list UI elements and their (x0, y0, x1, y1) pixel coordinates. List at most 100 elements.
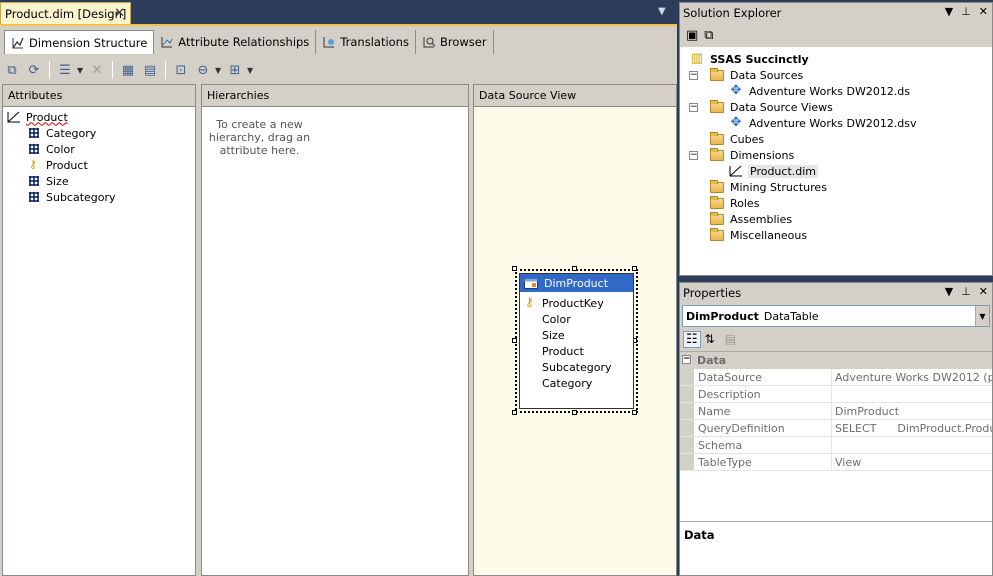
object-name: DimProduct (686, 309, 759, 323)
property-pages-icon[interactable]: ▤ (725, 332, 736, 346)
resize-handle[interactable] (512, 266, 517, 271)
property-row[interactable]: TableType View (680, 454, 992, 471)
dsv-table-title[interactable]: DimProduct (520, 274, 633, 292)
folder-miscellaneous[interactable]: Miscellaneous (710, 227, 807, 243)
document-list-dropdown-icon[interactable]: ▼ (658, 6, 666, 17)
tab-dimension-structure[interactable]: Dimension Structure (4, 30, 155, 54)
close-icon[interactable]: ✕ (114, 6, 125, 21)
resize-handle[interactable] (572, 410, 577, 415)
column-row[interactable]: ⚷ ProductKey (520, 295, 633, 311)
solution-explorer-titlebar[interactable]: Solution Explorer ▼ ⊥ ✕ (680, 3, 992, 23)
property-row[interactable]: Schema (680, 437, 992, 454)
tab-translations[interactable]: Translations (316, 30, 416, 54)
table-view-icon[interactable]: ▤ (140, 60, 160, 80)
collapse-icon[interactable]: − (689, 71, 698, 80)
toolbar-separator (49, 61, 50, 79)
column-row[interactable]: Color (520, 311, 633, 327)
resize-handle[interactable] (512, 338, 517, 343)
dsv-item[interactable]: ✥ Adventure Works DW2012.dsv (729, 115, 917, 131)
properties-titlebar[interactable]: Properties ▼ ⊥ ✕ (680, 283, 992, 303)
collapse-icon[interactable]: − (682, 355, 691, 364)
window-position-icon[interactable]: ▼ (945, 5, 953, 18)
zoom-icon[interactable]: ⊖ (193, 60, 213, 80)
property-value[interactable]: SELECT DimProduct.ProductKe (832, 420, 992, 436)
folder-assemblies[interactable]: Assemblies (710, 211, 792, 227)
close-icon[interactable]: ✕ (979, 5, 988, 18)
folder-data-source-views[interactable]: Data Source Views (710, 99, 833, 115)
folder-cubes[interactable]: Cubes (710, 131, 764, 147)
property-row[interactable]: DataSourceAdventure Works DW2012 (prima (680, 369, 992, 386)
delete-icon[interactable]: ✕ (87, 60, 107, 80)
resize-handle[interactable] (572, 266, 577, 271)
refresh-icon[interactable]: ⟳ (24, 60, 44, 80)
folder-roles[interactable]: Roles (710, 195, 759, 211)
folder-dimensions[interactable]: Dimensions (710, 147, 794, 163)
chevron-down-icon[interactable]: ▼ (975, 306, 989, 326)
document-tab[interactable]: Product.dim [Design] ✕ (0, 2, 131, 24)
data-source-view-pane[interactable]: Data Source View DimProduct ⚷ ProductKey (473, 84, 677, 576)
folder-mining-structures[interactable]: Mining Structures (710, 179, 827, 195)
collapse-icon[interactable]: − (689, 103, 698, 112)
chevron-down-icon[interactable]: ▼ (215, 66, 223, 75)
column-row[interactable]: Product (520, 343, 633, 359)
tab-attribute-relationships[interactable]: Attribute Relationships (154, 30, 317, 54)
properties-toolbar: ☷ ⇅ ▤ (680, 327, 992, 351)
zoom-fit-icon[interactable]: ⊡ (171, 60, 191, 80)
add-table-icon[interactable]: ⧉ (2, 60, 22, 80)
property-row[interactable]: Description (680, 386, 992, 403)
collapse-icon[interactable]: − (689, 151, 698, 160)
window-position-icon[interactable]: ▼ (945, 285, 953, 298)
grid-view-icon[interactable]: ▦ (118, 60, 138, 80)
column-row[interactable]: Category (520, 375, 633, 391)
property-value[interactable] (832, 437, 992, 453)
column-row[interactable]: Size (520, 327, 633, 343)
folder-data-sources[interactable]: Data Sources (710, 67, 803, 83)
attribute-relationships-icon (161, 37, 173, 48)
solution-icon: ▥ (690, 51, 704, 66)
show-list-icon[interactable]: ☰ (55, 60, 75, 80)
hierarchies-pane[interactable]: Hierarchies To create a new hierarchy, d… (201, 84, 469, 576)
property-name: Name (694, 403, 832, 419)
property-value[interactable]: DimProduct (832, 403, 992, 419)
resize-handle[interactable] (512, 410, 517, 415)
object-selector[interactable]: DimProduct DataTable ▼ (682, 305, 990, 327)
attribute-item[interactable]: Size (29, 173, 195, 189)
alphabetical-icon[interactable]: ⇅ (705, 332, 715, 346)
column-row[interactable]: Subcategory (520, 359, 633, 375)
resize-handle[interactable] (632, 410, 637, 415)
attributes-pane-header: Attributes (3, 85, 195, 107)
property-value[interactable]: View (832, 454, 992, 470)
dsv-table[interactable]: DimProduct ⚷ ProductKey Color Size Produ… (519, 273, 634, 409)
property-category[interactable]: − Data (680, 352, 992, 369)
attribute-item[interactable]: ⚷ Product (29, 157, 195, 173)
attribute-item[interactable]: Subcategory (29, 189, 195, 205)
show-all-files-icon[interactable]: ⧉ (704, 28, 713, 43)
column-name: Product (542, 344, 584, 358)
property-name: Schema (694, 437, 832, 453)
resize-handle[interactable] (632, 266, 637, 271)
data-source-item[interactable]: ✥ Adventure Works DW2012.ds (729, 83, 910, 99)
property-value[interactable]: Adventure Works DW2012 (prima (832, 369, 992, 385)
column-name: Color (542, 312, 571, 326)
tab-label: Browser (439, 35, 487, 49)
chevron-down-icon[interactable]: ▼ (247, 66, 255, 75)
properties-icon[interactable]: ▣ (686, 28, 698, 43)
close-icon[interactable]: ✕ (979, 285, 988, 298)
categorized-icon[interactable]: ☷ (683, 330, 701, 348)
pin-icon[interactable]: ⊥ (961, 5, 971, 18)
attribute-item[interactable]: Color (29, 141, 195, 157)
pin-icon[interactable]: ⊥ (961, 285, 971, 298)
tab-browser[interactable]: Browser (415, 30, 494, 54)
arrange-tables-icon[interactable]: ⊞ (225, 60, 245, 80)
property-row[interactable]: Name DimProduct (680, 403, 992, 420)
dimension-item[interactable]: Product.dim (729, 163, 819, 179)
attribute-item[interactable]: Category (29, 125, 195, 141)
property-row[interactable]: QueryDefinitionSELECT DimProduct.Product… (680, 420, 992, 437)
folder-icon (710, 227, 724, 241)
data-source-view-icon: ✥ (730, 115, 742, 130)
column-name: Size (542, 328, 565, 342)
dimension-node[interactable]: Product (7, 109, 195, 125)
solution-node[interactable]: ▥ SSAS Succinctly (690, 51, 809, 67)
chevron-down-icon[interactable]: ▼ (77, 66, 85, 75)
property-value[interactable] (832, 386, 992, 402)
